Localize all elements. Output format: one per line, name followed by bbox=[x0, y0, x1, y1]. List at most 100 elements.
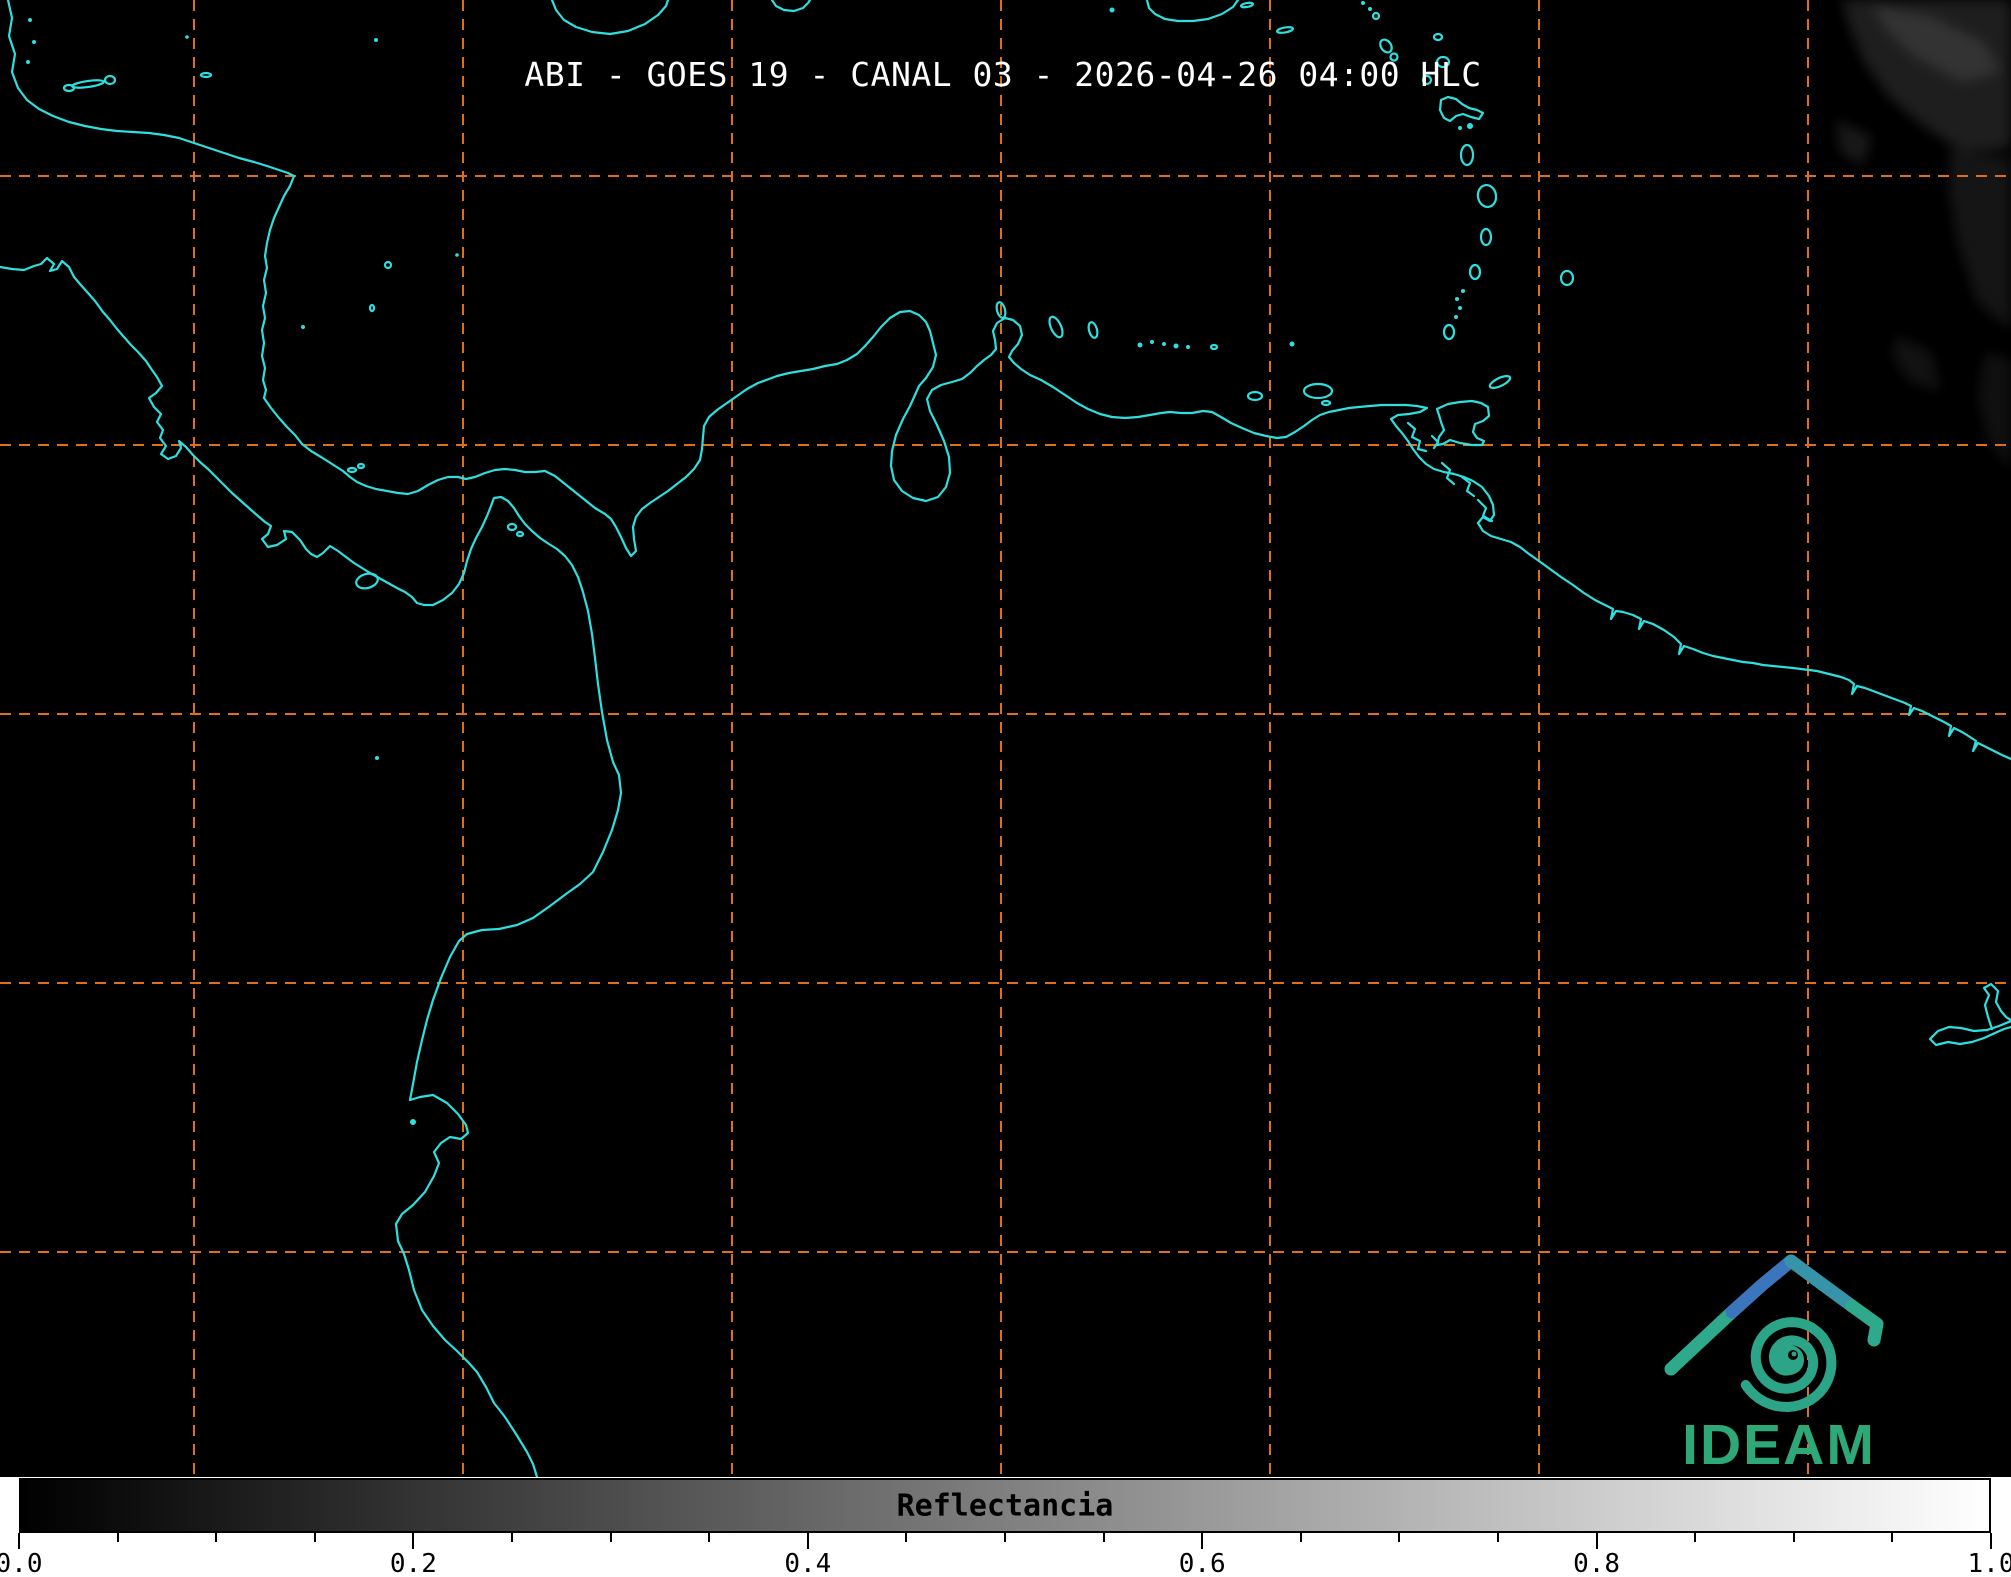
los-roques-2-islet bbox=[1150, 340, 1154, 344]
logo-roof-left-lower bbox=[1664, 1305, 1739, 1376]
tick-label: 0.6 bbox=[1178, 1549, 1226, 1577]
haiti-tip-coastline bbox=[770, 0, 812, 13]
logo-roof-left-upper bbox=[1725, 1254, 1798, 1319]
minor-tick bbox=[609, 1533, 612, 1542]
los-roques-4-islet bbox=[1173, 343, 1179, 349]
statia-island bbox=[1371, 11, 1381, 21]
saba-1-islet bbox=[1361, 1, 1365, 5]
caribbean-speck-islet bbox=[455, 253, 459, 257]
colorbar-label: Reflectancia bbox=[896, 1488, 1114, 1523]
tumbes-islet-islet bbox=[410, 1119, 416, 1125]
la-tortuga-island bbox=[1246, 390, 1264, 402]
major-tick bbox=[806, 1533, 809, 1549]
major-tick bbox=[1201, 1533, 1204, 1549]
caribbean-mainland-coast-coastline bbox=[6, 0, 2011, 761]
cayman-speck-islet bbox=[374, 38, 378, 42]
los-roques-1-islet bbox=[1137, 342, 1143, 348]
pearl-island-2-island bbox=[515, 530, 525, 538]
major-tick bbox=[412, 1533, 415, 1549]
major-tick bbox=[1595, 1533, 1598, 1549]
minor-tick bbox=[1792, 1533, 1795, 1542]
grenadine-4-islet bbox=[1461, 289, 1465, 293]
tick-label: 0.4 bbox=[784, 1549, 832, 1577]
bonaire-island bbox=[1087, 321, 1099, 339]
amazon-coast-fragment-coastline bbox=[1928, 1019, 2011, 1047]
belize-cay-3-islet bbox=[26, 60, 30, 64]
jamaica-south-coast-coastline bbox=[550, 0, 670, 36]
tobago-island bbox=[1488, 375, 1512, 389]
minor-tick bbox=[1694, 1533, 1697, 1542]
minor-tick bbox=[1102, 1533, 1105, 1542]
grenadine-3-islet bbox=[1455, 297, 1459, 301]
minor-tick bbox=[1398, 1533, 1401, 1542]
vieques-island bbox=[1239, 1, 1255, 9]
st-vincent-island bbox=[1468, 263, 1482, 281]
coche-island bbox=[1320, 399, 1332, 407]
margarita-island bbox=[1302, 382, 1334, 400]
ideam-logo-text: IDEAM bbox=[1682, 1413, 1876, 1477]
minor-tick bbox=[511, 1533, 513, 1542]
gulf-of-paria-swirl-2-coastline bbox=[1430, 434, 1440, 450]
los-roques-3-islet bbox=[1162, 342, 1166, 346]
minor-tick bbox=[116, 1533, 119, 1542]
satellite-map: ABI - GOES 19 - CANAL 03 - 2026-04-26 04… bbox=[0, 0, 2011, 1477]
providencia-island bbox=[383, 260, 393, 270]
grenadine-1-islet bbox=[1454, 315, 1458, 319]
logo-roof-right-upper bbox=[1784, 1254, 1859, 1313]
minor-tick bbox=[708, 1533, 711, 1542]
belize-cay-1-islet bbox=[28, 18, 32, 22]
petite-terre-islet bbox=[1458, 126, 1462, 130]
mona-islet bbox=[1109, 7, 1115, 13]
barbados-island bbox=[1559, 269, 1575, 287]
minor-tick bbox=[1497, 1533, 1499, 1542]
bocas-islet-2-island bbox=[356, 462, 366, 470]
major-tick bbox=[1990, 1533, 1992, 1549]
minor-tick bbox=[1004, 1533, 1006, 1542]
orinoco-delta-channel-3-coastline bbox=[1476, 498, 1494, 523]
tick-label: 0.0 bbox=[0, 1549, 43, 1577]
la-orchila-island bbox=[1209, 343, 1219, 351]
islet-dot-layer bbox=[26, 1, 1473, 1125]
guadeloupe-coastline bbox=[1438, 95, 1485, 123]
graticule-layer bbox=[0, 0, 2011, 1477]
pacific-coast-coastline bbox=[0, 256, 623, 1477]
puerto-rico-south-coast-coastline bbox=[1145, 0, 1240, 23]
curacao-island bbox=[1048, 315, 1064, 339]
trinidad-coastline bbox=[1435, 399, 1491, 447]
belize-cay-2-islet bbox=[32, 40, 36, 44]
roatan-island bbox=[71, 79, 105, 89]
minor-tick bbox=[215, 1533, 218, 1542]
satellite-figure: ABI - GOES 19 - CANAL 03 - 2026-04-26 04… bbox=[0, 0, 2011, 1577]
logo-spiral-eye-pupil bbox=[1791, 1351, 1797, 1357]
minor-tick bbox=[905, 1533, 908, 1542]
st-croix-island bbox=[1276, 26, 1294, 34]
minor-tick bbox=[1299, 1533, 1302, 1542]
corn-island-islet bbox=[301, 325, 305, 329]
logo-roof-right-lower bbox=[1845, 1299, 1884, 1347]
minor-tick bbox=[1891, 1533, 1894, 1542]
la-blanquilla-islet bbox=[1289, 341, 1295, 347]
map-title: ABI - GOES 19 - CANAL 03 - 2026-04-26 04… bbox=[524, 55, 1482, 94]
guanaja-island bbox=[103, 74, 117, 86]
st-kitts-island bbox=[1379, 38, 1393, 54]
tick-label: 1.0 bbox=[1967, 1549, 2011, 1577]
ideam-logo bbox=[1664, 1254, 1884, 1412]
coastline-layer bbox=[0, 0, 2011, 1477]
malpelo-islet bbox=[375, 756, 379, 760]
map-layers bbox=[0, 0, 2011, 1477]
saba-2-islet bbox=[1368, 7, 1372, 11]
grenadine-2-islet bbox=[1458, 306, 1462, 310]
dominica-island bbox=[1459, 143, 1475, 167]
san-andres-island bbox=[368, 303, 376, 313]
martinique-island bbox=[1476, 183, 1498, 209]
grenada-island bbox=[1442, 323, 1456, 341]
st-lucia-island bbox=[1479, 227, 1493, 247]
cay-speck-islet bbox=[185, 35, 189, 39]
major-tick bbox=[18, 1533, 20, 1549]
pearl-island-1-island bbox=[506, 522, 518, 532]
minor-tick bbox=[313, 1533, 316, 1542]
tick-label: 0.2 bbox=[389, 1549, 437, 1577]
bocas-islet-1-island bbox=[346, 466, 358, 474]
logo-spiral-eye bbox=[1774, 1345, 1804, 1375]
los-roques-5-islet bbox=[1186, 345, 1190, 349]
